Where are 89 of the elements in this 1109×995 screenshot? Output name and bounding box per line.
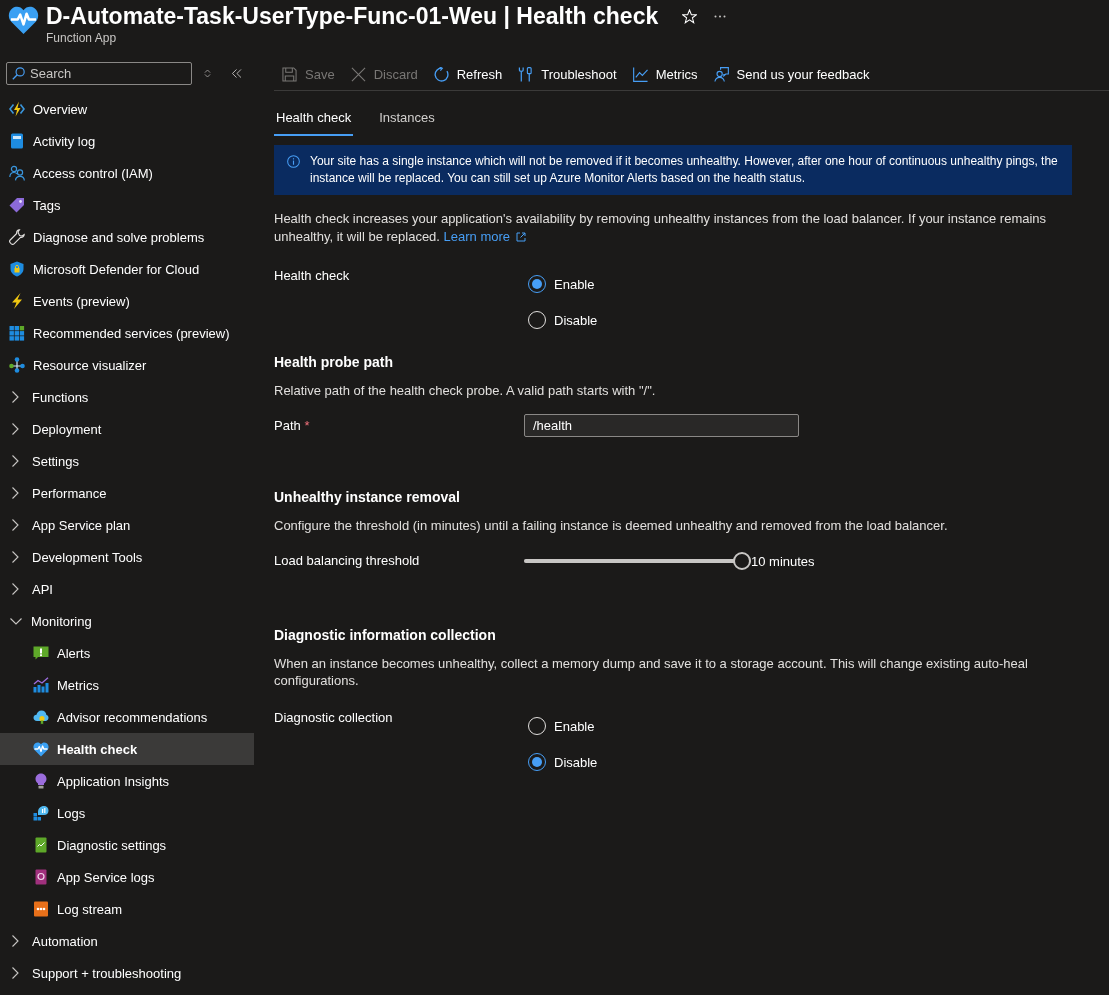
refresh-icon [433,67,449,82]
stream-tile-icon [33,901,49,917]
sidebar-item[interactable]: Microsoft Defender for Cloud [0,253,254,285]
star-icon[interactable] [682,8,698,24]
section-description: Configure the threshold (in minutes) until a failing instance is deemed unhealthy and removed from the load balancer. [274,517,949,534]
path-field[interactable]: /health [524,414,799,437]
page-title: D-Automate-Task-UserType-Func-01-Weu | Health check [46,2,659,31]
toolbar-button[interactable]: Send us your feedback [705,60,878,89]
line-chart-icon [632,67,648,82]
radio-label[interactable]: Enable [554,718,595,734]
search-icon [12,67,25,80]
section-heading: Unhealthy instance removal [274,489,461,505]
section-heading: Health probe path [274,354,394,370]
slider-track[interactable] [524,552,751,570]
field-label: Diagnostic collection [274,710,394,726]
sidebar-group[interactable]: Monitoring [0,605,254,637]
section-heading: Diagnostic information collection [274,627,497,643]
sidebar-item[interactable]: Activity log [0,125,254,157]
radio-label[interactable]: Disable [554,754,598,770]
sidebar-group[interactable]: Development Tools [0,541,254,573]
close-icon [350,67,366,82]
wrench-icon [9,229,25,245]
sidebar-item[interactable]: Tags [0,189,254,221]
sidebar-group[interactable]: Performance [0,477,254,509]
search-field[interactable]: Search [6,62,192,85]
bar-chart-icon [33,677,49,693]
sidebar-group[interactable]: Settings [0,445,254,477]
heart-pulse-icon [8,4,39,35]
external-link-icon [516,232,527,242]
slider-value: 10 minutes [751,553,815,569]
cloud-icon [33,709,49,725]
sidebar-item[interactable]: Recommended services (preview) [0,317,254,349]
cloud-blocks-icon [33,805,49,821]
sidebar-item[interactable]: Log stream [0,893,254,925]
tab[interactable]: Health check [274,103,354,136]
sidebar-group[interactable]: API [0,573,254,605]
tab[interactable]: Instances [377,103,437,136]
sidebar-item[interactable]: Health check [0,733,254,765]
sidebar-group[interactable]: Deployment [0,413,254,445]
sidebar-group[interactable]: Functions [0,381,254,413]
tag-icon [9,197,25,213]
toolbar-button[interactable]: Metrics [624,60,706,89]
person-chat-icon [713,67,729,82]
sidebar-item[interactable]: Logs [0,797,254,829]
field-label: Health check [274,268,351,284]
lightbulb-icon [33,773,49,789]
radio-label[interactable]: Enable [554,276,595,292]
people-icon [9,165,25,181]
sidebar-item[interactable]: Advisor recommendations [0,701,254,733]
sidebar-item[interactable]: App Service logs [0,861,254,893]
intro-text: Health check increases your application's availability by removing unhealthy instances from the load balancer. If your instance remains unhealthy, it will be replaced. Learn more [274,210,1048,246]
sidebar-group[interactable]: App Service plan [0,509,254,541]
sidebar-item[interactable]: Diagnostic settings [0,829,254,861]
field-label: Path * [274,417,311,434]
heart-pulse-icon [33,741,49,757]
more-icon[interactable] [714,14,727,18]
sidebar-item[interactable]: Resource visualizer [0,349,254,381]
sidebar-group[interactable]: Support + troubleshooting [0,957,254,989]
up-down-icon[interactable] [204,69,211,78]
section-description: Relative path of the health check probe. A valid path starts with "/". [274,382,657,399]
book-icon [9,133,25,149]
save-icon [282,67,297,82]
sidebar-item[interactable]: Access control (IAM) [0,157,254,189]
sidebar-item[interactable]: Diagnose and solve problems [0,221,254,253]
info-icon [287,155,300,168]
grid-icon [9,325,25,341]
sidebar-item[interactable]: Events (preview) [0,285,254,317]
tools-icon [518,67,534,82]
section-description: When an instance becomes unhealthy, collect a memory dump and save it to a storage account. This will change existing auto-heal configurations. [274,655,1029,689]
collapse-icon[interactable] [231,69,242,78]
document-chart-icon [33,837,49,853]
sidebar-item[interactable]: Overview [0,93,254,125]
radio-label[interactable]: Disable [554,312,598,328]
learn-more-link[interactable]: Learn more [443,228,527,246]
page-subtitle: Function App [46,31,117,45]
toolbar-button[interactable]: Refresh [425,60,511,89]
sidebar-item[interactable]: Application Insights [0,765,254,797]
exclamation-bubble-icon [33,645,49,661]
sidebar-item[interactable]: Metrics [0,669,254,701]
field-label: Load balancing threshold [274,553,421,569]
slider-thumb[interactable] [733,552,751,570]
sidebar-item[interactable]: Alerts [0,637,254,669]
node-tree-icon [9,357,25,373]
sidebar-group[interactable]: Automation [0,925,254,957]
bolt-brackets-icon [9,101,25,117]
document-ring-icon [33,869,49,885]
info-message: Your site has a single instance which will not be removed if it becomes unhealthy. However, after one hour of continuous unhealthy pings, the instance will be replaced. You can still set up Azure Monitor Alerts based on the health status. [310,153,1058,187]
toolbar-button[interactable]: Troubleshoot [510,60,625,89]
shield-icon [9,261,25,277]
